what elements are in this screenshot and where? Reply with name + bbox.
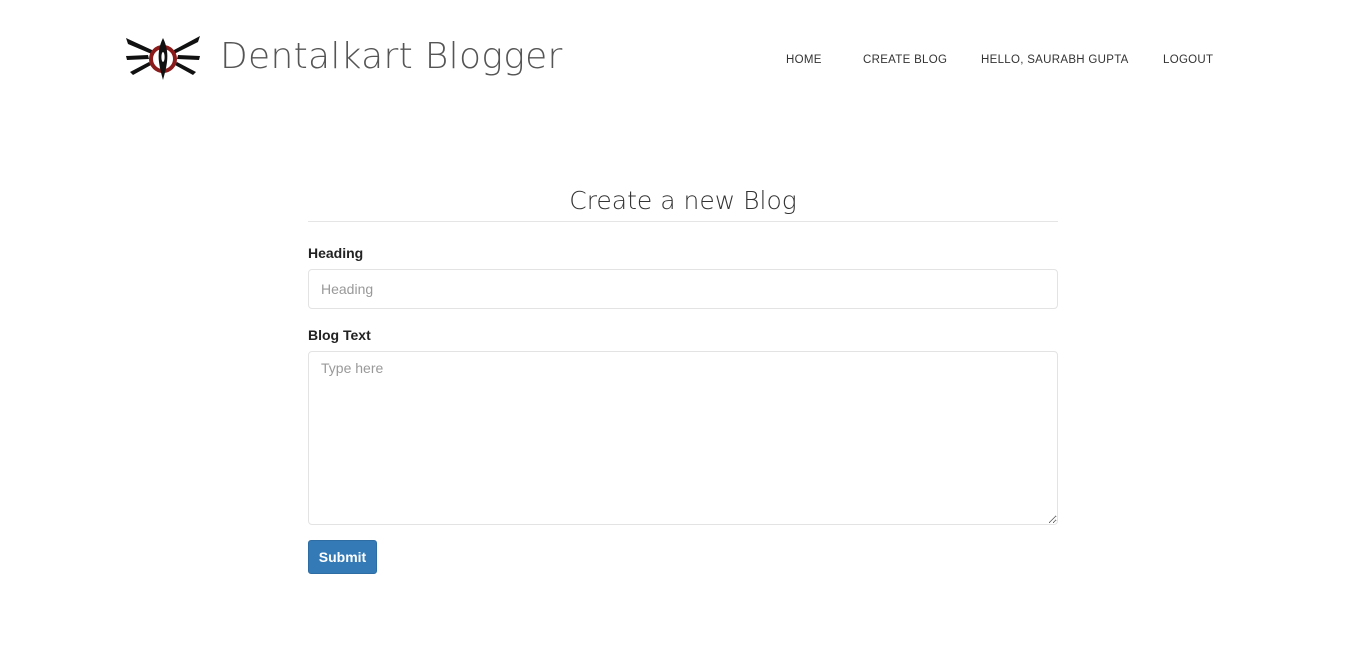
blog-text-textarea[interactable] (308, 351, 1058, 525)
nav-user-greeting-link[interactable]: HELLO, SAURABH GUPTA (981, 50, 1129, 70)
nav-logout-link[interactable]: LOGOUT (1163, 50, 1213, 70)
submit-button[interactable]: Submit (308, 540, 377, 574)
top-navbar: Dentalkart Blogger HOME CREATE BLOG HELL… (0, 0, 1349, 115)
heading-input[interactable] (308, 269, 1058, 309)
blog-text-label: Blog Text (308, 327, 371, 343)
nav-home-link[interactable]: HOME (786, 50, 822, 70)
create-blog-form: Create a new Blog Heading Blog Text Subm… (308, 178, 1058, 574)
heading-label: Heading (308, 245, 364, 261)
nav-create-blog-link[interactable]: CREATE BLOG (863, 50, 947, 70)
main-nav: HOME CREATE BLOG HELLO, SAURABH GUPTA LO… (0, 50, 1349, 70)
page-title: Create a new Blog (308, 178, 1058, 222)
